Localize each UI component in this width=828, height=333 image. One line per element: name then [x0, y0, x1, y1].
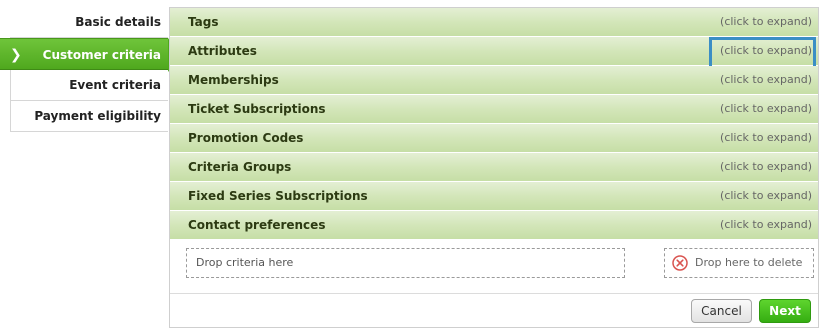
accordion-title: Attributes — [188, 44, 257, 58]
expand-hint[interactable]: (click to expand) — [720, 44, 812, 57]
accordion-ticket-subscriptions[interactable]: Ticket Subscriptions (click to expand) — [170, 95, 818, 124]
accordion-title: Criteria Groups — [188, 160, 292, 174]
drop-delete-label: Drop here to delete — [695, 256, 803, 269]
step-label: Basic details — [75, 15, 161, 29]
expand-hint[interactable]: (click to expand) — [720, 218, 812, 231]
criteria-panel: Tags (click to expand) Attributes (click… — [169, 7, 819, 328]
accordion-attributes[interactable]: Attributes (click to expand) — [170, 37, 818, 69]
drop-delete-zone[interactable]: Drop here to delete — [664, 248, 814, 278]
step-label: Customer criteria — [42, 48, 161, 62]
next-button[interactable]: Next — [759, 299, 811, 323]
expand-hint[interactable]: (click to expand) — [720, 160, 812, 173]
close-circle-icon — [672, 255, 688, 271]
drop-criteria-zone[interactable]: Drop criteria here — [186, 248, 625, 278]
accordion-promotion-codes[interactable]: Promotion Codes (click to expand) — [170, 124, 818, 153]
accordion-fixed-series-subscriptions[interactable]: Fixed Series Subscriptions (click to exp… — [170, 182, 818, 211]
step-customer-criteria[interactable]: ❯ Customer criteria — [0, 38, 180, 72]
step-basic-details[interactable]: Basic details — [10, 7, 168, 38]
accordion-tags[interactable]: Tags (click to expand) — [170, 8, 818, 37]
accordion-title: Fixed Series Subscriptions — [188, 189, 368, 203]
accordion-criteria-groups[interactable]: Criteria Groups (click to expand) — [170, 153, 818, 182]
expand-hint[interactable]: (click to expand) — [720, 102, 812, 115]
accordion-contact-preferences[interactable]: Contact preferences (click to expand) — [170, 211, 818, 240]
expand-hint[interactable]: (click to expand) — [720, 131, 812, 144]
accordion-title: Tags — [188, 15, 219, 29]
accordion-title: Contact preferences — [188, 218, 326, 232]
accordion-memberships[interactable]: Memberships (click to expand) — [170, 66, 818, 95]
accordion-title: Promotion Codes — [188, 131, 304, 145]
accordion-title: Memberships — [188, 73, 279, 87]
step-payment-eligibility[interactable]: Payment eligibility — [10, 101, 168, 132]
expand-hint[interactable]: (click to expand) — [720, 15, 812, 28]
cancel-button[interactable]: Cancel — [691, 299, 752, 323]
expand-hint[interactable]: (click to expand) — [720, 189, 812, 202]
step-event-criteria[interactable]: Event criteria — [10, 70, 168, 101]
step-navigation: Basic details ❯ Customer criteria Event … — [0, 7, 180, 132]
accordion-title: Ticket Subscriptions — [188, 102, 326, 116]
step-label: Event criteria — [69, 78, 161, 92]
drop-area: Drop criteria here Drop here to delete — [170, 240, 818, 294]
panel-footer: Cancel Next — [170, 294, 818, 327]
step-label: Payment eligibility — [34, 109, 161, 123]
chevron-right-icon: ❯ — [10, 47, 22, 63]
expand-hint[interactable]: (click to expand) — [720, 73, 812, 86]
